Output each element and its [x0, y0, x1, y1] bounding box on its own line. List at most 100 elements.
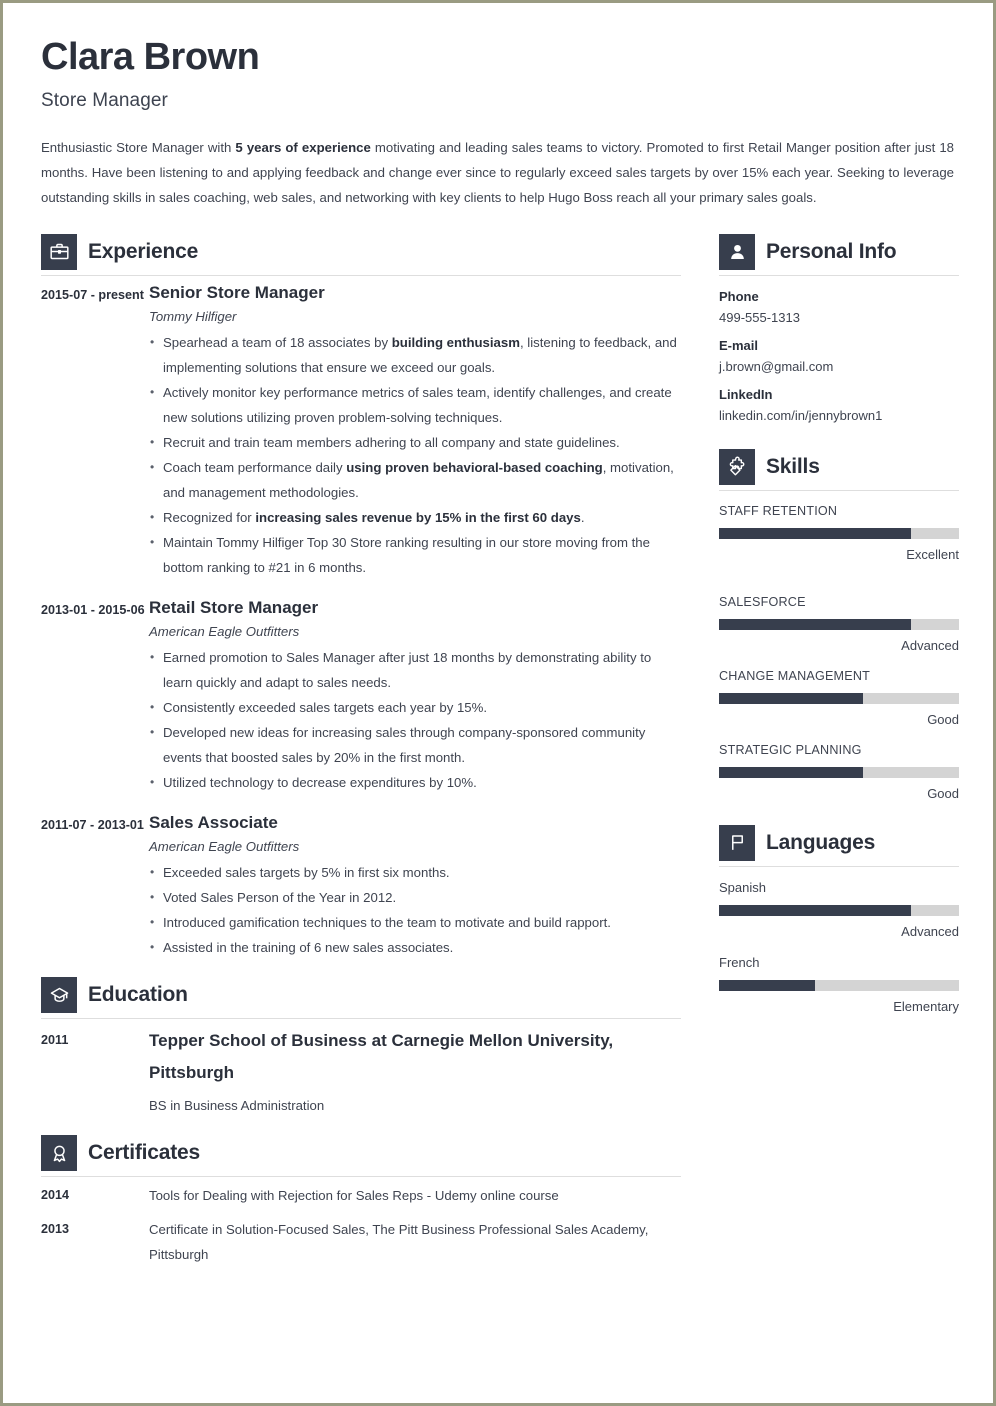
skill-item: SALESFORCE Advanced — [719, 595, 959, 653]
bullet-item: Maintain Tommy Hilfiger Top 30 Store ran… — [149, 530, 681, 580]
personal-info-value: j.brown@gmail.com — [719, 358, 834, 374]
section-divider — [41, 1018, 681, 1020]
skill-item-level: Good — [927, 711, 959, 727]
personal-info-label: Phone — [719, 288, 759, 304]
personal-info-section: Personal Info Phone 499-555-1313 E-mail j.b… — [719, 233, 959, 423]
personal-info-value: 499-555-1313 — [719, 309, 800, 325]
experience-entry: 2013-01 - 2015-06 Retail Store Manager Ame… — [41, 597, 681, 795]
briefcase-icon — [41, 233, 77, 270]
language-item-name: French — [719, 954, 760, 970]
education-title: Education — [88, 983, 188, 1007]
skills-heading: Skills — [719, 448, 959, 485]
puzzle-piece-icon — [719, 448, 755, 485]
language-item: French Elementary — [719, 955, 959, 1014]
entry-body: Sales Associate American Eagle Outfitters… — [149, 812, 681, 960]
bullet-item: Consistently exceeded sales targets each… — [149, 695, 681, 720]
entry-body: Retail Store Manager American Eagle Outfi… — [149, 597, 681, 795]
page-title: Clara Brown — [41, 36, 260, 78]
entry-job-title: Sales Associate — [149, 813, 278, 833]
language-item-bar-fill — [719, 904, 911, 916]
section-divider — [41, 274, 681, 276]
entry-date: 2015-07 - present — [41, 287, 144, 302]
experience-heading: Experience — [41, 233, 681, 270]
education-heading: Education — [41, 977, 681, 1014]
entry-bullet-list: Spearhead a team of 18 associates by bui… — [149, 330, 681, 580]
section-divider — [719, 489, 959, 491]
entry-company: American Eagle Outfitters — [149, 839, 300, 855]
section-divider — [41, 1176, 681, 1178]
entry-company: American Eagle Outfitters — [149, 624, 300, 640]
certificate-date: 2014 — [41, 1188, 70, 1203]
skill-item-bar-fill — [719, 618, 911, 630]
language-item-bar-track — [719, 904, 959, 916]
language-item-bar-fill — [719, 979, 815, 991]
bullet-item: Spearhead a team of 18 associates by bui… — [149, 330, 681, 380]
certificate-entry: 2013 Certificate in Solution-Focused Sale… — [41, 1217, 681, 1267]
language-item-bar-track — [719, 979, 959, 991]
resume-page: Clara Brown Store Manager Enthusiastic S… — [0, 0, 996, 1406]
graduation-cap-icon — [41, 977, 77, 1014]
language-item: Spanish Advanced — [719, 880, 959, 939]
skill-item: CHANGE MANAGEMENT Good — [719, 669, 959, 727]
education-body: Tepper School of Business at Carnegie Me… — [149, 1025, 681, 1118]
entry-company: Tommy Hilfiger — [149, 308, 237, 324]
bullet-item: Utilized technology to decrease expendit… — [149, 770, 681, 795]
certificate-entry: 2014 Tools for Dealing with Rejection for… — [41, 1183, 681, 1208]
bullet-item: Assisted in the training of 6 new sales … — [149, 935, 681, 960]
main-column: Experience 2015-07 - present Senior Store… — [41, 233, 681, 1284]
certificates-section: Certificates 2014 Tools for Dealing with … — [41, 1135, 681, 1267]
language-item-level: Elementary — [893, 998, 959, 1014]
personal-info-label: LinkedIn — [719, 386, 773, 402]
experience-title: Experience — [88, 239, 199, 263]
resume-header: Clara Brown Store Manager Enthusiastic S… — [41, 36, 955, 210]
education-entry: 2011 Tepper School of Business at Carnegi… — [41, 1025, 681, 1118]
bullet-item: Recruit and train team members adhering … — [149, 430, 681, 455]
bullet-item: Actively monitor key performance metrics… — [149, 380, 681, 430]
certificate-date: 2013 — [41, 1222, 70, 1237]
education-school: Tepper School of Business at Carnegie Me… — [149, 1031, 614, 1083]
certificates-heading: Certificates — [41, 1135, 681, 1172]
experience-entry: 2011-07 - 2013-01 Sales Associate American… — [41, 812, 681, 960]
education-degree: BS in Business Administration — [149, 1098, 325, 1114]
bullet-item: Earned promotion to Sales Manager after … — [149, 645, 681, 695]
experience-section: Experience 2015-07 - present Senior Store… — [41, 233, 681, 960]
personal-info-heading: Personal Info — [719, 233, 959, 270]
languages-title: Languages — [766, 830, 876, 854]
skill-item-name: STRATEGIC PLANNING — [719, 742, 862, 757]
personal-info-value: linkedin.com/in/jennybrown1 — [719, 407, 883, 423]
entry-date: 2011-07 - 2013-01 — [41, 818, 144, 833]
certificates-title: Certificates — [88, 1141, 200, 1165]
flag-icon — [719, 824, 755, 861]
skills-section: Skills STAFF RETENTION Excellent SALESFORC… — [719, 448, 959, 801]
entry-bullet-list: Exceeded sales targets by 5% in first si… — [149, 860, 681, 960]
skill-item: STAFF RETENTION Excellent — [719, 504, 959, 562]
certificate-text: Tools for Dealing with Rejection for Sal… — [149, 1188, 559, 1204]
languages-section: Languages Spanish Advanced French Elementar… — [719, 824, 959, 1014]
section-divider — [719, 865, 959, 867]
skill-item-name: SALESFORCE — [719, 594, 806, 609]
bullet-item: Exceeded sales targets by 5% in first si… — [149, 860, 681, 885]
education-date: 2011 — [41, 1033, 69, 1048]
entry-job-title: Retail Store Manager — [149, 597, 319, 617]
award-ribbon-icon — [41, 1135, 77, 1172]
skill-item-bar-fill — [719, 527, 911, 539]
entry-bullet-list: Earned promotion to Sales Manager after … — [149, 645, 681, 795]
skill-item-bar-fill — [719, 766, 863, 778]
language-item-level: Advanced — [901, 923, 959, 939]
bullet-item: Developed new ideas for increasing sales… — [149, 720, 681, 770]
job-title-subtitle: Store Manager — [41, 89, 168, 111]
skill-item-level: Excellent — [906, 546, 959, 562]
person-icon — [719, 233, 755, 270]
skill-item-bar-track — [719, 618, 959, 630]
languages-heading: Languages — [719, 824, 959, 861]
skill-item-level: Advanced — [901, 637, 959, 653]
entry-body: Senior Store Manager Tommy Hilfiger Spearh… — [149, 282, 681, 580]
skill-item-bar-fill — [719, 692, 863, 704]
skill-item-bar-track — [719, 692, 959, 704]
skill-item-name: STAFF RETENTION — [719, 503, 838, 518]
certificate-text: Certificate in Solution-Focused Sales, T… — [149, 1222, 649, 1263]
personal-info-title: Personal Info — [766, 239, 897, 263]
skill-item-name: CHANGE MANAGEMENT — [719, 668, 871, 683]
personal-info-label: E-mail — [719, 337, 759, 353]
sidebar-column: Personal Info Phone 499-555-1313 E-mail j.b… — [719, 233, 959, 1014]
